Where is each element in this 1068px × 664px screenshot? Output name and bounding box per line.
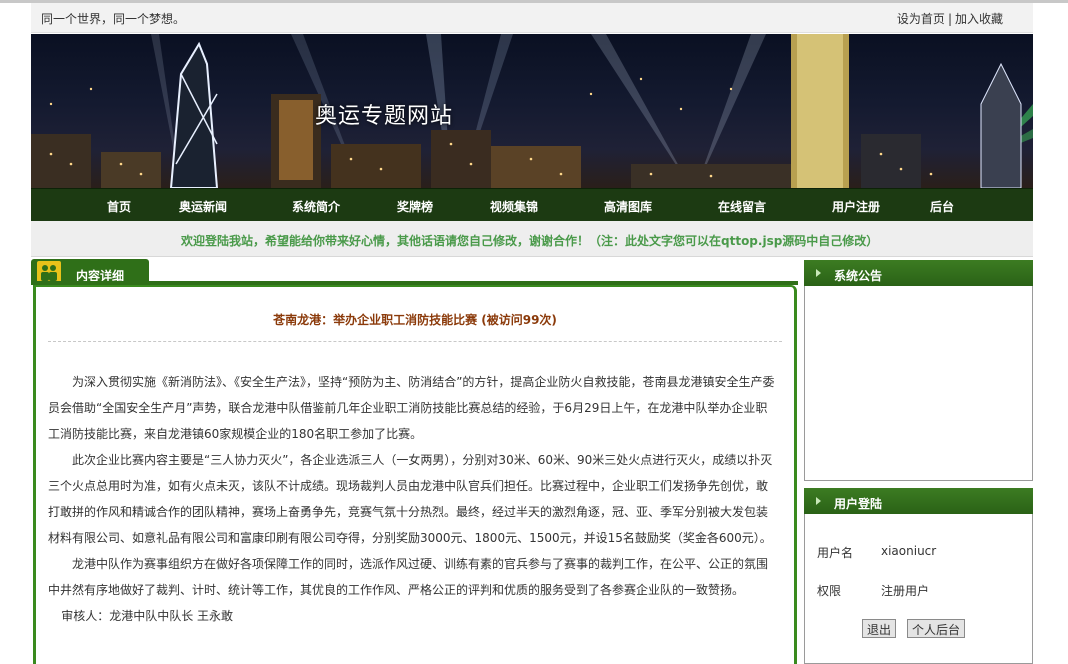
article-title: 苍南龙港：举办企业职工消防技能比赛 (被访问99次) <box>273 313 557 327</box>
login-box: 用户名 xiaoniucr 权限 注册用户 退出 个人后台 <box>804 514 1033 664</box>
article-paragraph: 此次企业比赛内容主要是“三人协力灭火”，各企业选派三人（一女两男），分别对30米… <box>48 453 773 545</box>
announcement-header: 系统公告 <box>804 260 1033 286</box>
site-title: 奥运专题网站 <box>315 104 454 129</box>
top-links: 设为首页 | 加入收藏 <box>897 10 1003 27</box>
nav-item-home[interactable]: 首页 <box>107 198 131 215</box>
arrow-right-icon <box>816 497 821 505</box>
nav-item-register[interactable]: 用户注册 <box>832 198 880 215</box>
arrow-right-icon <box>816 269 821 277</box>
nav-item-intro[interactable]: 系统简介 <box>292 198 340 215</box>
article-paragraph: 龙港中队作为赛事组织方在做好各项保障工作的同时，选派作风过硬、训练有素的官兵参与… <box>48 557 769 597</box>
announcement-title: 系统公告 <box>834 269 883 283</box>
user-group-icon <box>37 261 61 283</box>
nav-item-gallery[interactable]: 高清图库 <box>604 198 652 215</box>
article-paragraph: 为深入贯彻实施《新消防法》、《安全生产法》，坚持“预防为主、防消结合”的方针，提… <box>48 375 775 441</box>
role-row: 权限 注册用户 <box>817 582 929 599</box>
notice-text: 欢迎登陆我站，希望能给你带来好心情，其他话语请您自己修改，谢谢合作！（注：此处文… <box>181 234 879 248</box>
username-row: 用户名 xiaoniucr <box>817 544 936 561</box>
personal-backend-button[interactable]: 个人后台 <box>907 619 966 638</box>
nav-item-medals[interactable]: 奖牌榜 <box>397 198 433 215</box>
role-value: 注册用户 <box>881 584 930 598</box>
article-panel: 苍南龙港：举办企业职工消防技能比赛 (被访问99次) 为深入贯彻实施《新消防法》… <box>33 285 797 664</box>
nav-item-videos[interactable]: 视频集锦 <box>490 198 538 215</box>
nav-item-messages[interactable]: 在线留言 <box>718 198 766 215</box>
login-title: 用户登陆 <box>834 497 883 511</box>
add-favorite-link[interactable]: 加入收藏 <box>955 12 1003 26</box>
content-tab: 内容详细 <box>31 259 149 283</box>
site-slogan: 同一个世界，同一个梦想。 <box>41 12 186 26</box>
username-label: 用户名 <box>817 546 854 560</box>
link-separator: | <box>947 12 952 26</box>
nav-item-news[interactable]: 奥运新闻 <box>179 198 227 215</box>
logout-button[interactable]: 退出 <box>862 619 897 638</box>
article-body: 为深入贯彻实施《新消防法》、《安全生产法》，坚持“预防为主、防消结合”的方针，提… <box>48 369 778 629</box>
header-banner: 奥运专题网站 <box>31 34 1033 188</box>
article-divider <box>48 341 782 342</box>
announcement-box <box>804 286 1033 481</box>
set-home-link[interactable]: 设为首页 <box>897 12 945 26</box>
username-value: xiaoniucr <box>881 544 937 558</box>
top-bar: 同一个世界，同一个梦想。 设为首页 | 加入收藏 <box>31 3 1033 33</box>
main-nav: 首页 奥运新闻 系统简介 奖牌榜 视频集锦 高清图库 在线留言 用户注册 后台 <box>31 188 1033 221</box>
city-skyline-image <box>31 34 1033 188</box>
article-reviewer: 审核人：龙港中队中队长 王永敢 <box>61 609 234 623</box>
role-label: 权限 <box>817 584 842 598</box>
welcome-notice: 欢迎登陆我站，希望能给你带来好心情，其他话语请您自己修改，谢谢合作！（注：此处文… <box>31 221 1033 257</box>
login-header: 用户登陆 <box>804 488 1033 514</box>
nav-item-admin[interactable]: 后台 <box>930 198 954 215</box>
